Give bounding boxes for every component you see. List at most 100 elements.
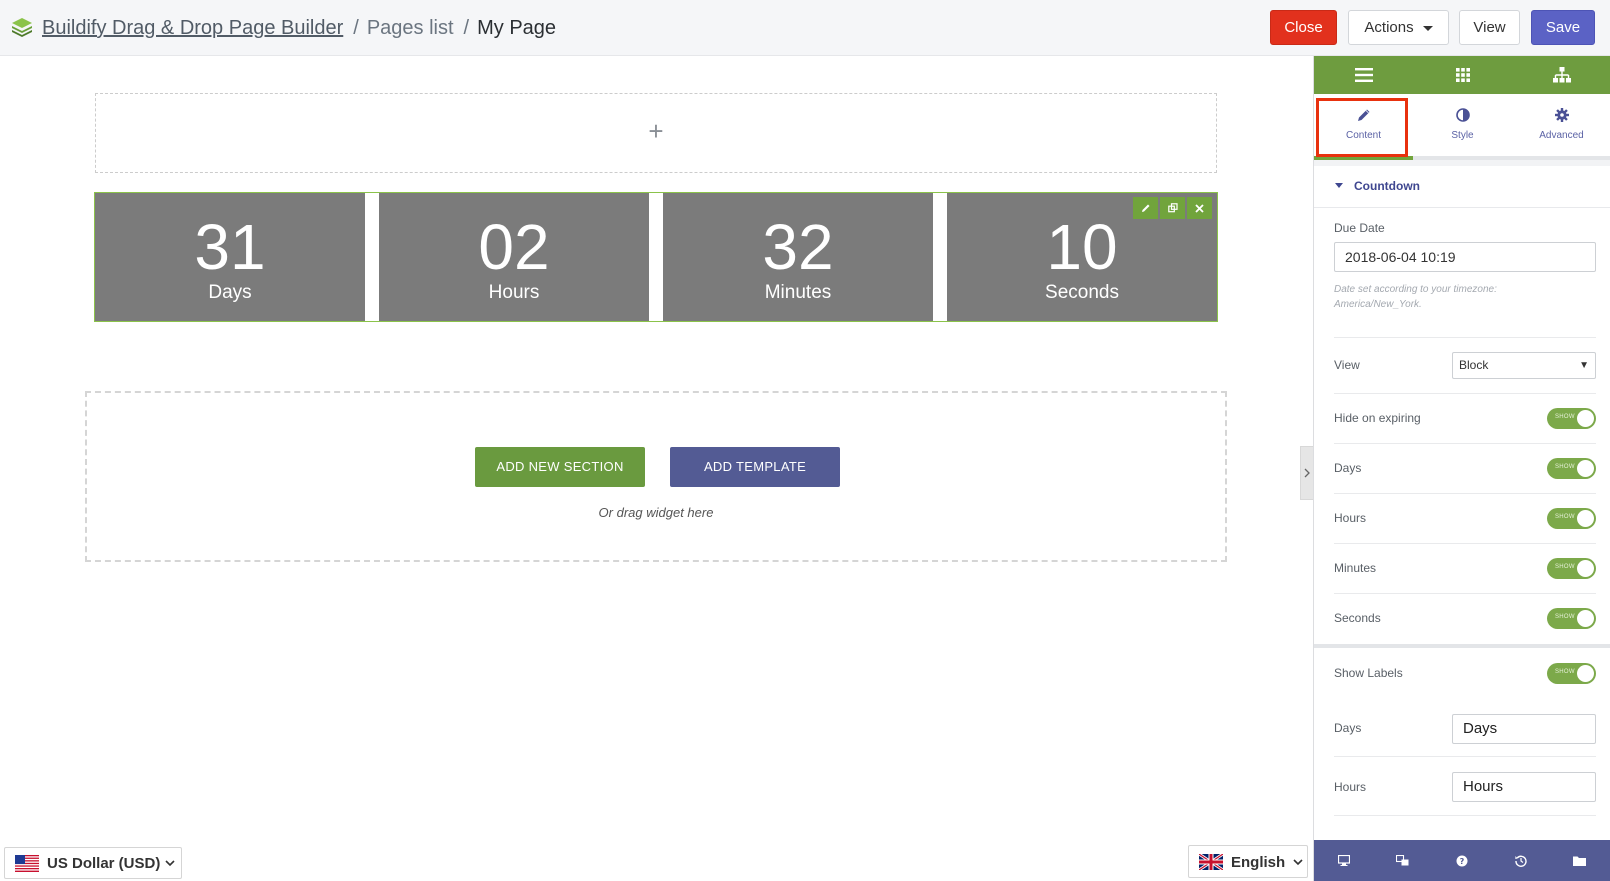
due-date-control: Due Date 2018-06-04 10:19 Date set accor…: [1334, 208, 1596, 338]
uk-flag-icon: [1199, 854, 1223, 870]
add-element-plus-icon[interactable]: +: [96, 116, 1216, 147]
templates-button[interactable]: [1550, 840, 1609, 881]
close-icon: [1195, 203, 1204, 213]
countdown-days-box: 31 Days: [95, 193, 365, 321]
tab-advanced-label: Advanced: [1539, 130, 1584, 141]
toggle-state-text: SHOW: [1555, 464, 1575, 470]
hours-label-input[interactable]: Hours: [1452, 772, 1596, 802]
hide-on-expiring-control: Hide on expiring SHOW: [1334, 394, 1596, 444]
currency-label: US Dollar (USD): [47, 855, 161, 872]
countdown-seconds-label: Seconds: [1045, 282, 1119, 303]
hide-on-expiring-label: Hide on expiring: [1334, 411, 1421, 425]
caret-down-icon: [1422, 25, 1433, 31]
timezone-note: Date set according to your timezone: Ame…: [1334, 284, 1497, 310]
pencil-icon: [1314, 108, 1413, 124]
minutes-toggle[interactable]: SHOW: [1547, 558, 1596, 579]
drag-widget-hint: Or drag widget here: [598, 505, 714, 520]
view-control: View Block ▼: [1334, 338, 1596, 394]
hours-toggle[interactable]: SHOW: [1547, 508, 1596, 529]
view-label: View: [1334, 358, 1360, 372]
panel-header: [1314, 56, 1610, 94]
language-selector[interactable]: English: [1188, 845, 1308, 878]
seconds-toggle-control: Seconds SHOW: [1334, 594, 1596, 644]
navigator-button[interactable]: [1512, 56, 1610, 94]
show-labels-label: Show Labels: [1334, 666, 1403, 680]
toggle-knob: [1577, 665, 1594, 682]
breadcrumb-pages-list-link[interactable]: Pages list: [367, 17, 454, 39]
close-button[interactable]: Close: [1270, 10, 1337, 45]
widget-toolbar: [1133, 197, 1213, 219]
add-new-section-button[interactable]: ADD NEW SECTION: [475, 447, 645, 487]
countdown-hours-label: Hours: [488, 282, 540, 303]
svg-text:?: ?: [1459, 857, 1464, 866]
days-label-input[interactable]: Days: [1452, 714, 1596, 744]
select-arrow-icon: ▼: [1579, 360, 1589, 371]
countdown-section-header[interactable]: Countdown: [1314, 166, 1610, 208]
countdown-minutes-box: 32 Minutes: [663, 193, 933, 321]
hours-label-control: Hours Hours: [1334, 757, 1596, 816]
translate-button[interactable]: [1373, 840, 1432, 881]
toggle-state-text: SHOW: [1555, 514, 1575, 520]
hours-toggle-label: Hours: [1334, 511, 1367, 525]
minutes-toggle-control: Minutes SHOW: [1334, 544, 1596, 594]
chevron-down-icon: [165, 860, 175, 867]
hide-on-expiring-toggle[interactable]: SHOW: [1547, 408, 1596, 429]
help-button[interactable]: ?: [1432, 840, 1491, 881]
days-toggle-label: Days: [1334, 461, 1362, 475]
controls-list: Due Date 2018-06-04 10:19 Date set accor…: [1314, 208, 1610, 881]
empty-section-dropzone[interactable]: +: [95, 93, 1217, 173]
toggle-knob: [1577, 410, 1594, 427]
seconds-toggle-label: Seconds: [1334, 611, 1381, 625]
copy-icon: [1167, 203, 1178, 213]
remove-widget-button[interactable]: [1187, 197, 1212, 219]
widgets-grid-button[interactable]: [1413, 56, 1512, 94]
tab-advanced[interactable]: Advanced: [1512, 94, 1610, 160]
countdown-widget[interactable]: 31 Days 02 Hours 32 Minutes 10 Seconds: [94, 192, 1218, 322]
currency-selector[interactable]: US Dollar (USD): [4, 847, 182, 879]
actions-dropdown-button[interactable]: Actions: [1348, 10, 1449, 45]
hours-toggle-control: Hours SHOW: [1334, 494, 1596, 544]
save-button[interactable]: Save: [1531, 10, 1595, 45]
show-labels-control: Show Labels SHOW: [1334, 648, 1596, 698]
add-template-button[interactable]: ADD TEMPLATE: [670, 447, 840, 487]
tab-content[interactable]: Content: [1314, 94, 1413, 160]
add-section-dropzone[interactable]: ADD NEW SECTION ADD TEMPLATE Or drag wid…: [85, 391, 1227, 562]
panel-tabs: Content Style Advanced: [1314, 94, 1610, 160]
breadcrumb-home-link[interactable]: Buildify Drag & Drop Page Builder: [42, 17, 343, 39]
toggle-knob: [1577, 560, 1594, 577]
us-flag-icon: [15, 855, 39, 872]
actions-button-label: Actions: [1364, 19, 1414, 36]
due-date-input[interactable]: 2018-06-04 10:19: [1334, 242, 1596, 272]
tab-style-label: Style: [1451, 130, 1474, 141]
history-button[interactable]: [1491, 840, 1550, 881]
toggle-state-text: SHOW: [1555, 564, 1575, 570]
show-labels-toggle[interactable]: SHOW: [1547, 663, 1596, 684]
responsive-mode-button[interactable]: [1314, 840, 1373, 881]
gear-icon: [1512, 108, 1610, 124]
tab-style[interactable]: Style: [1413, 94, 1512, 160]
view-select[interactable]: Block ▼: [1452, 352, 1596, 379]
buildify-logo-icon: [12, 18, 32, 37]
countdown-days-value: 31: [194, 211, 266, 283]
chevron-down-icon: [1293, 859, 1303, 866]
days-label-field-label: Days: [1334, 721, 1362, 735]
breadcrumb-separator: /: [353, 17, 359, 39]
folder-icon: [1573, 856, 1586, 866]
hamburger-menu-icon: [1354, 68, 1373, 82]
question-icon: ?: [1456, 855, 1467, 866]
days-toggle[interactable]: SHOW: [1547, 458, 1596, 479]
view-button[interactable]: View: [1459, 10, 1520, 45]
language-label: English: [1231, 854, 1286, 871]
top-bar: Buildify Drag & Drop Page Builder / Pages …: [0, 0, 1610, 56]
menu-button[interactable]: [1314, 56, 1413, 94]
seconds-toggle[interactable]: SHOW: [1547, 608, 1596, 629]
countdown-days-label: Days: [208, 282, 252, 303]
edit-widget-button[interactable]: [1133, 197, 1158, 219]
chevron-right-icon: [1304, 468, 1310, 478]
countdown-minutes-value: 32: [762, 211, 834, 283]
collapse-panel-button[interactable]: [1300, 446, 1313, 500]
toggle-state-text: SHOW: [1555, 614, 1575, 620]
grid-icon: [1455, 68, 1470, 82]
duplicate-widget-button[interactable]: [1160, 197, 1185, 219]
page-title: My Page: [477, 17, 557, 39]
